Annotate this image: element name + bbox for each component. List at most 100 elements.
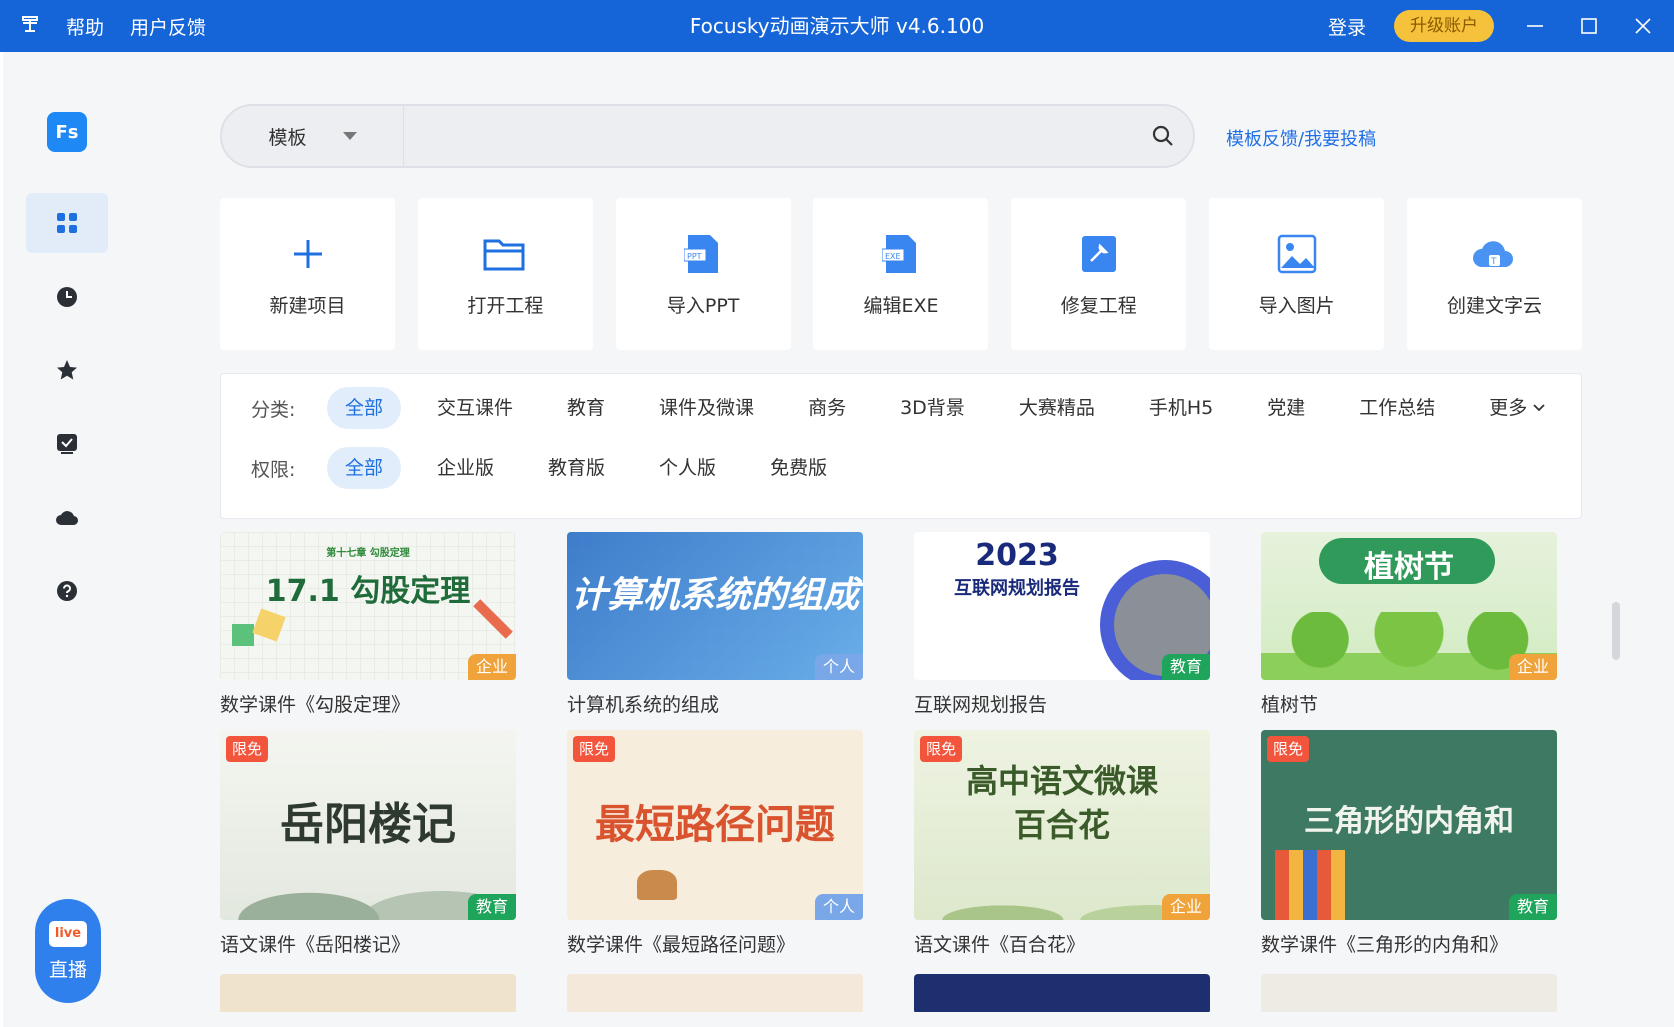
template-caption: 数学课件《最短路径问题》 [567, 934, 796, 956]
permission-chip[interactable]: 教育版 [530, 447, 623, 489]
template-card[interactable] [914, 974, 1210, 1012]
scrollbar-thumb[interactable] [1612, 602, 1620, 660]
search-bar: 模板 [220, 104, 1195, 168]
category-chip[interactable]: 3D背景 [882, 387, 983, 429]
app-menu-icon[interactable] [20, 14, 40, 39]
template-caption: 语文课件《岳阳楼记》 [220, 934, 411, 956]
close-icon[interactable] [1630, 13, 1656, 39]
permission-chip[interactable]: 免费版 [752, 447, 845, 489]
permission-filter-label: 权限: [251, 458, 296, 481]
maximize-icon[interactable] [1576, 13, 1602, 39]
category-chip[interactable]: 工作总结 [1341, 387, 1453, 429]
search-input[interactable] [406, 112, 1126, 160]
category-chip[interactable]: 党建 [1249, 387, 1323, 429]
edition-badge: 企业 [1508, 654, 1557, 680]
login-link[interactable]: 登录 [1328, 13, 1366, 40]
live-stream-button[interactable]: live 直播 [35, 899, 101, 1003]
plus-icon [285, 231, 331, 277]
template-card[interactable]: 高中语文微课 百合花 限免 企业 语文课件《百合花》 [914, 730, 1210, 957]
search-icon[interactable] [1151, 124, 1175, 148]
template-card[interactable]: 第十七章 勾股定理 17.1 勾股定理 企业 数学课件《勾股定理》 [220, 532, 516, 717]
import-ppt-button[interactable]: PPT 导入PPT [615, 198, 791, 350]
edit-exe-button[interactable]: EXE 编辑EXE [813, 198, 989, 350]
repair-project-button[interactable]: 修复工程 [1011, 198, 1187, 350]
user-feedback-menu[interactable]: 用户反馈 [130, 13, 206, 40]
template-caption: 植树节 [1261, 694, 1319, 716]
new-project-button[interactable]: 新建项目 [220, 198, 395, 350]
category-chip[interactable]: 交互课件 [419, 387, 531, 429]
chevron-down-icon [1533, 404, 1545, 412]
sidebar-item-favorites[interactable] [26, 340, 108, 400]
decor-shape [232, 624, 254, 646]
sidebar-item-cloud[interactable] [26, 487, 108, 547]
template-thumbnail [567, 974, 863, 1012]
template-card[interactable] [1261, 974, 1557, 1012]
template-caption: 计算机系统的组成 [567, 694, 720, 716]
template-card[interactable]: 计算机系统的组成 个人 计算机系统的组成 [567, 532, 863, 717]
permission-filter-row: 权限: 全部 企业版 教育版 个人版 免费版 [251, 447, 863, 489]
ppt-file-icon: PPT [680, 231, 726, 277]
quick-actions: 新建项目 打开工程 PPT 导入PPT EXE 编辑EXE 修复工程 导入图片 … [220, 198, 1582, 350]
template-thumbnail: 高中语文微课 百合花 限免 企业 [914, 730, 1210, 920]
template-card[interactable]: 植树节 企业 植树节 [1261, 532, 1557, 717]
star-icon [57, 360, 77, 380]
thumbnail-title: 植树节 [1364, 550, 1454, 585]
template-card[interactable]: 三角形的内角和 限免 教育 数学课件《三角形的内角和》 [1261, 730, 1557, 957]
permission-chip[interactable]: 个人版 [641, 447, 734, 489]
category-chip[interactable]: 商务 [790, 387, 864, 429]
template-card[interactable] [567, 974, 863, 1012]
cloud-text-icon: T [1471, 231, 1517, 277]
svg-text:T: T [1490, 257, 1497, 267]
title-bar-actions: 登录 升级账户 [1328, 0, 1656, 52]
thumbnail-subtitle: 百合花 [1013, 806, 1110, 844]
tile-label: 修复工程 [1060, 294, 1137, 317]
category-chip[interactable]: 全部 [327, 387, 402, 429]
sidebar-item-templates[interactable] [26, 193, 108, 253]
permission-chip[interactable]: 企业版 [419, 447, 512, 489]
sidebar-item-tasks[interactable] [26, 414, 108, 474]
svg-text:EXE: EXE [885, 252, 901, 261]
sidebar-item-recent[interactable] [26, 267, 108, 327]
edition-badge: 教育 [1161, 654, 1210, 680]
more-categories-button[interactable]: 更多 [1471, 387, 1563, 429]
main-content: 模板 模板反馈/我要投稿 新建项目 打开工程 PPT 导入PPT EXE 编辑E… [131, 52, 1674, 1027]
decor-books [1275, 850, 1345, 920]
image-icon [1274, 231, 1320, 277]
more-label: 更多 [1489, 397, 1528, 419]
template-card[interactable]: 岳阳楼记 限免 教育 语文课件《岳阳楼记》 [220, 730, 516, 957]
template-thumbnail: 植树节 企业 [1261, 532, 1557, 680]
sidebar-item-help[interactable] [26, 561, 108, 621]
template-card[interactable]: 最短路径问题 限免 个人 数学课件《最短路径问题》 [567, 730, 863, 957]
category-chip[interactable]: 课件及微课 [641, 387, 772, 429]
upgrade-account-button[interactable]: 升级账户 [1394, 10, 1494, 42]
edition-badge: 企业 [1161, 894, 1210, 920]
category-chip[interactable]: 大赛精品 [1001, 387, 1113, 429]
title-bar-menu: 帮助 用户反馈 [20, 0, 206, 52]
thumbnail-title: 计算机系统的组成 [570, 575, 859, 616]
category-chip[interactable]: 教育 [549, 387, 623, 429]
thumbnail-title: 岳阳楼记 [280, 799, 456, 850]
template-caption: 语文课件《百合花》 [914, 934, 1086, 956]
clock-icon [57, 287, 77, 307]
template-thumbnail [220, 974, 516, 1012]
search-category-label: 模板 [268, 126, 307, 149]
create-word-cloud-button[interactable]: T 创建文字云 [1406, 198, 1582, 350]
edition-badge: 教育 [1508, 894, 1557, 920]
template-thumbnail: 三角形的内角和 限免 教育 [1261, 730, 1557, 920]
repair-icon [1076, 231, 1122, 277]
permission-chip[interactable]: 全部 [327, 447, 402, 489]
search-category-select[interactable]: 模板 [222, 106, 404, 166]
template-card[interactable]: 2023 互联网规划报告 教育 互联网规划报告 [914, 532, 1210, 717]
category-chip[interactable]: 手机H5 [1131, 387, 1231, 429]
template-feedback-link[interactable]: 模板反馈/我要投稿 [1226, 125, 1376, 151]
decor-shape [252, 608, 286, 642]
template-grid: 第十七章 勾股定理 17.1 勾股定理 企业 数学课件《勾股定理》 计算机系统的… [220, 532, 1582, 1012]
minimize-icon[interactable] [1522, 13, 1548, 39]
limited-free-badge: 限免 [1267, 736, 1310, 762]
template-card[interactable] [220, 974, 516, 1012]
template-thumbnail: 计算机系统的组成 个人 [567, 532, 863, 680]
thumbnail-subtitle: 第十七章 勾股定理 [326, 548, 410, 559]
open-project-button[interactable]: 打开工程 [417, 198, 593, 350]
help-menu[interactable]: 帮助 [66, 13, 104, 40]
import-image-button[interactable]: 导入图片 [1209, 198, 1385, 350]
